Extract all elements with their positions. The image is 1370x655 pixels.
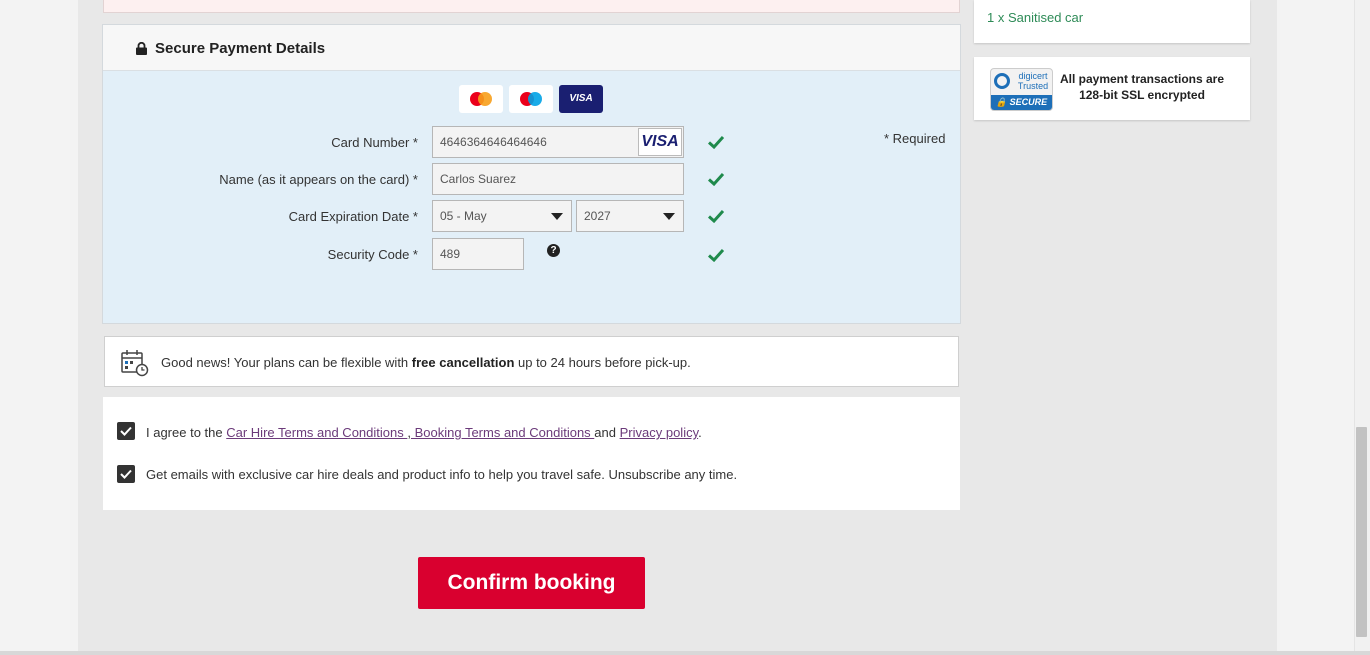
expiry-valid-check-icon <box>708 209 724 223</box>
confirm-booking-button[interactable]: Confirm booking <box>418 557 645 609</box>
free-cancellation-notice: Good news! Your plans can be flexible wi… <box>104 336 959 387</box>
ssl-encryption-text: All payment transactions are 128-bit SSL… <box>1059 72 1225 102</box>
digicert-secure-badge[interactable]: digicert Trusted 🔒 SECURE <box>990 68 1053 111</box>
extra-item-sanitised-car: 1 x Sanitised car <box>987 10 1084 25</box>
checkmark-icon <box>120 469 132 479</box>
privacy-policy-link[interactable]: Privacy policy <box>620 425 699 440</box>
digicert-ring-icon <box>994 73 1010 89</box>
card-number-label: Card Number * <box>331 135 418 150</box>
maestro-logo-icon <box>509 85 553 113</box>
terms-prefix: I agree to the <box>146 425 227 440</box>
card-number-valid-check-icon <box>708 135 724 149</box>
digicert-secure-text: SECURE <box>1009 97 1048 107</box>
previous-section-box <box>103 0 960 13</box>
marketing-emails-text: Get emails with exclusive car hire deals… <box>146 467 738 482</box>
expiry-year-value: 2027 <box>584 209 611 223</box>
terms-checkbox[interactable] <box>117 422 135 440</box>
chevron-down-icon <box>663 213 675 220</box>
digicert-secure-label: 🔒 SECURE <box>991 95 1052 110</box>
security-code-input[interactable] <box>432 238 524 270</box>
notice-suffix: up to 24 hours before pick-up. <box>514 355 691 370</box>
terms-end: . <box>698 425 702 440</box>
vertical-scrollbar-thumb[interactable] <box>1356 427 1367 637</box>
digicert-brand-name: digicert <box>1018 71 1048 81</box>
expiry-year-select[interactable]: 2027 <box>576 200 684 232</box>
mastercard-logo-icon <box>459 85 503 113</box>
expiry-month-select[interactable]: 05 - May <box>432 200 572 232</box>
expiry-month-value: 05 - May <box>440 209 487 223</box>
chevron-down-icon <box>551 213 563 220</box>
notice-highlight: free cancellation <box>411 355 515 370</box>
visa-logo-icon: VISA <box>559 85 603 113</box>
detected-card-brand-icon: VISA <box>638 128 682 156</box>
terms-agreement-text: I agree to the Car Hire Terms and Condit… <box>146 425 702 440</box>
agreements-box: I agree to the Car Hire Terms and Condit… <box>103 397 960 510</box>
page-bottom-edge <box>0 651 1370 655</box>
checkmark-icon <box>120 426 132 436</box>
calendar-clock-icon <box>121 350 149 377</box>
payment-panel-header: Secure Payment Details <box>103 25 960 71</box>
notice-prefix: Good news! Your plans can be flexible wi… <box>161 355 412 370</box>
digicert-trusted-label: Trusted <box>1017 81 1049 91</box>
expiry-date-label: Card Expiration Date * <box>288 209 418 224</box>
security-code-label: Security Code * <box>327 247 418 262</box>
lock-icon <box>136 42 147 55</box>
car-hire-terms-link[interactable]: Car Hire Terms and Conditions <box>226 425 407 440</box>
cardholder-name-valid-check-icon <box>708 172 724 186</box>
cardholder-name-label: Name (as it appears on the card) * <box>219 172 418 187</box>
digicert-brand: digicert Trusted <box>1015 71 1051 91</box>
terms-and: and <box>594 425 620 440</box>
booking-terms-link[interactable]: Booking Terms and Conditions <box>411 425 594 440</box>
cardholder-name-input[interactable] <box>432 163 684 195</box>
booking-extras-box: 1 x Sanitised car <box>974 0 1250 43</box>
free-cancellation-text: Good news! Your plans can be flexible wi… <box>161 355 691 370</box>
secure-payment-panel: Secure Payment Details VISA * Required C… <box>103 25 960 323</box>
ssl-info-box: digicert Trusted 🔒 SECURE All payment tr… <box>974 57 1250 120</box>
marketing-emails-checkbox[interactable] <box>117 465 135 483</box>
required-note: * Required <box>884 131 946 146</box>
payment-title: Secure Payment Details <box>155 40 326 57</box>
security-code-help-icon[interactable]: ? <box>547 244 560 257</box>
security-code-valid-check-icon <box>708 248 724 262</box>
